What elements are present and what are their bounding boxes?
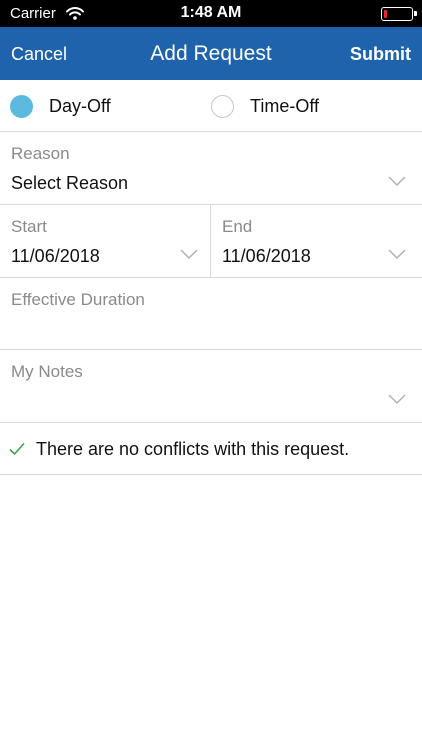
start-value[interactable]: 11/06/2018 [11,246,100,267]
radio-label-time-off: Time-Off [250,95,320,116]
start-date-field[interactable]: Start 11/06/2018 [0,205,211,277]
status-bar: Carrier 1:48 AM [0,0,422,27]
radio-unselected-icon[interactable] [211,94,234,118]
submit-button[interactable]: Submit [350,44,411,65]
date-range-row: Start 11/06/2018 End 11/06/2018 [0,205,422,278]
conflict-status-row: There are no conflicts with this request… [0,423,422,475]
duration-label: Effective Duration [11,290,145,309]
effective-duration-field: Effective Duration [0,278,422,350]
checkmark-icon [9,442,25,456]
radio-option-day-off[interactable]: Day-Off [10,93,111,119]
reason-field[interactable]: Reason Select Reason [0,132,422,205]
radio-label-day-off: Day-Off [49,95,111,116]
nav-bar: Cancel Add Request Submit [0,27,422,80]
notes-field[interactable]: My Notes [0,350,422,423]
reason-chevron-down-icon[interactable] [388,176,406,186]
start-label: Start [11,217,47,236]
conflict-message: There are no conflicts with this request… [36,439,350,459]
start-chevron-down-icon[interactable] [180,249,198,259]
end-chevron-down-icon[interactable] [388,249,406,259]
radio-selected-icon[interactable] [10,94,33,118]
reason-label: Reason [11,144,70,163]
radio-option-time-off[interactable]: Time-Off [211,93,319,119]
end-label: End [222,217,253,236]
notes-label: My Notes [11,362,83,381]
end-value[interactable]: 11/06/2018 [222,246,311,267]
notes-chevron-down-icon[interactable] [388,394,406,404]
request-type-selector: Day-Off Time-Off [0,80,422,132]
status-time: 1:48 AM [180,4,242,21]
battery-level-fill [384,10,387,18]
end-date-field[interactable]: End 11/06/2018 [211,205,422,277]
battery-icon [381,7,417,21]
reason-value[interactable]: Select Reason [11,173,128,194]
